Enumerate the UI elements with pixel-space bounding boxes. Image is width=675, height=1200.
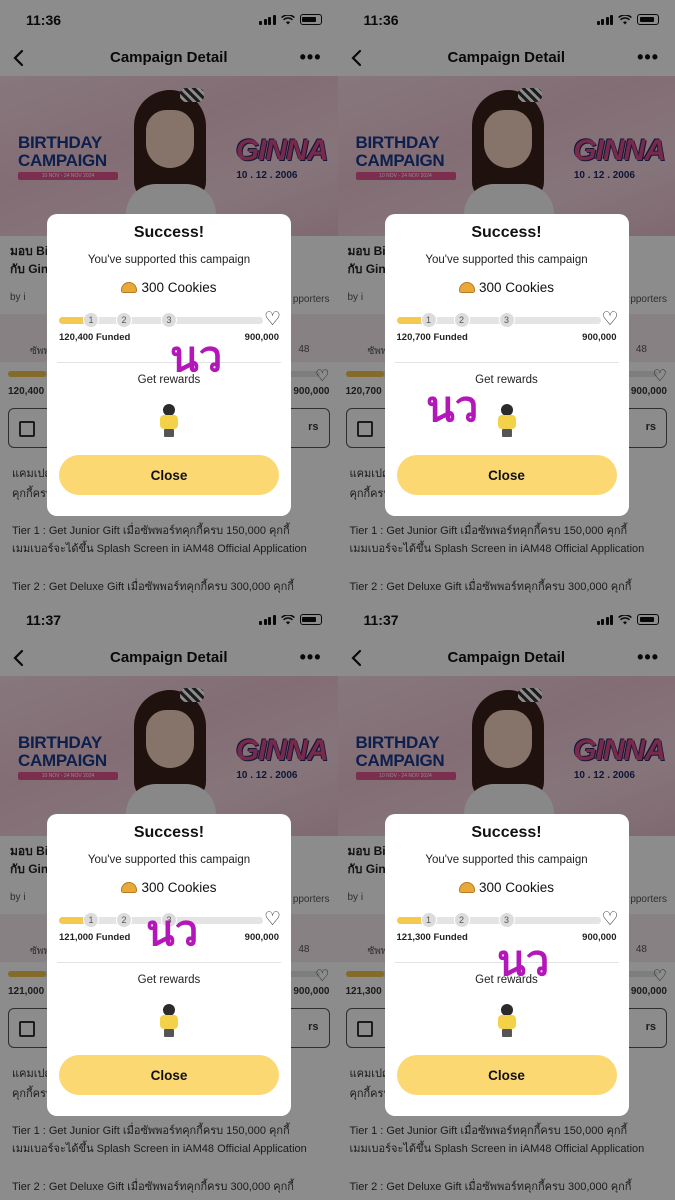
tier-marker: 1 <box>420 912 437 928</box>
success-dialog: Success! You've supported this campaign … <box>384 214 629 516</box>
tier-marker: 3 <box>498 912 515 928</box>
rewards-label: Get rewards <box>137 974 201 986</box>
cookies-amount: 300 Cookies <box>47 880 291 895</box>
success-dialog: Success! You've supported this campaign … <box>47 814 291 1116</box>
funding-progress-bar: 1 2 3 <box>396 912 601 928</box>
cookie-icon <box>121 882 138 893</box>
funding-progress-fill <box>396 317 424 324</box>
tier-marker: 2 <box>453 912 470 928</box>
phone-screen: 11:36 Campaign Detail ••• BIRTHDAY CAMPAI… <box>0 0 338 600</box>
tier-marker: 3 <box>498 312 515 328</box>
funded-amount: 120,400 Funded <box>59 332 131 343</box>
tier-marker: 2 <box>453 312 470 328</box>
handwritten-annotation: นว <box>497 936 550 985</box>
funding-progress-bar: 1 2 3 <box>396 312 601 328</box>
close-button[interactable]: Close <box>59 455 279 495</box>
close-button[interactable]: Close <box>396 1055 617 1095</box>
dialog-title: Success! <box>471 224 542 241</box>
success-dialog: Success! You've supported this campaign … <box>47 214 291 516</box>
mascot-figure-icon <box>155 402 183 438</box>
tier-marker: 1 <box>83 312 99 328</box>
cookie-icon <box>458 282 475 293</box>
heart-outline-icon: ♡ <box>263 909 281 930</box>
cookies-amount: 300 Cookies <box>385 880 629 895</box>
heart-outline-icon: ♡ <box>601 909 619 930</box>
cookies-amount: 300 Cookies <box>385 280 629 295</box>
cookies-amount: 300 Cookies <box>47 280 291 295</box>
cookie-icon <box>458 882 475 893</box>
funded-amount: 121,000 Funded <box>59 932 131 943</box>
dialog-subtitle: You've supported this campaign <box>425 254 588 266</box>
tier-marker: 2 <box>116 912 132 928</box>
divider <box>394 362 619 363</box>
mascot-figure-icon <box>155 1002 183 1038</box>
funding-progress-fill <box>396 917 424 924</box>
dialog-subtitle: You've supported this campaign <box>87 254 251 266</box>
rewards-label: Get rewards <box>475 374 538 386</box>
close-button[interactable]: Close <box>59 1055 279 1095</box>
funded-amount: 121,300 Funded <box>396 932 468 943</box>
goal-amount: 900,000 <box>244 332 279 343</box>
funding-progress-bar: 1 2 3 <box>59 312 263 328</box>
tier-marker: 1 <box>83 912 99 928</box>
phone-screen: 11:37 Campaign Detail ••• BIRTHDAY CAMPAI… <box>0 600 338 1200</box>
cookie-icon <box>121 282 138 293</box>
mascot-figure-icon <box>493 402 521 438</box>
divider <box>57 362 281 363</box>
dialog-title: Success! <box>133 824 205 841</box>
goal-amount: 900,000 <box>244 932 279 943</box>
close-button[interactable]: Close <box>396 455 617 495</box>
dialog-subtitle: You've supported this campaign <box>425 854 588 866</box>
funded-amount: 120,700 Funded <box>396 332 468 343</box>
handwritten-annotation: นว <box>170 332 223 381</box>
handwritten-annotation: นว <box>146 906 199 955</box>
heart-outline-icon: ♡ <box>601 309 619 330</box>
handwritten-annotation: นว <box>426 382 479 431</box>
goal-amount: 900,000 <box>582 932 617 943</box>
dialog-title: Success! <box>133 224 205 241</box>
phone-screen: 11:36 Campaign Detail ••• BIRTHDAY CAMPAI… <box>337 0 675 600</box>
dialog-subtitle: You've supported this campaign <box>87 854 251 866</box>
goal-amount: 900,000 <box>582 332 617 343</box>
dialog-title: Success! <box>471 824 542 841</box>
heart-outline-icon: ♡ <box>263 309 281 330</box>
mascot-figure-icon <box>493 1002 521 1038</box>
tier-marker: 2 <box>116 312 132 328</box>
divider <box>57 962 281 963</box>
screenshot-grid: 11:36 Campaign Detail ••• BIRTHDAY CAMPAI… <box>0 0 675 1200</box>
tier-marker: 1 <box>420 312 437 328</box>
phone-screen: 11:37 Campaign Detail ••• BIRTHDAY CAMPAI… <box>337 600 675 1200</box>
tier-marker: 3 <box>161 312 177 328</box>
rewards-label: Get rewards <box>137 374 201 386</box>
